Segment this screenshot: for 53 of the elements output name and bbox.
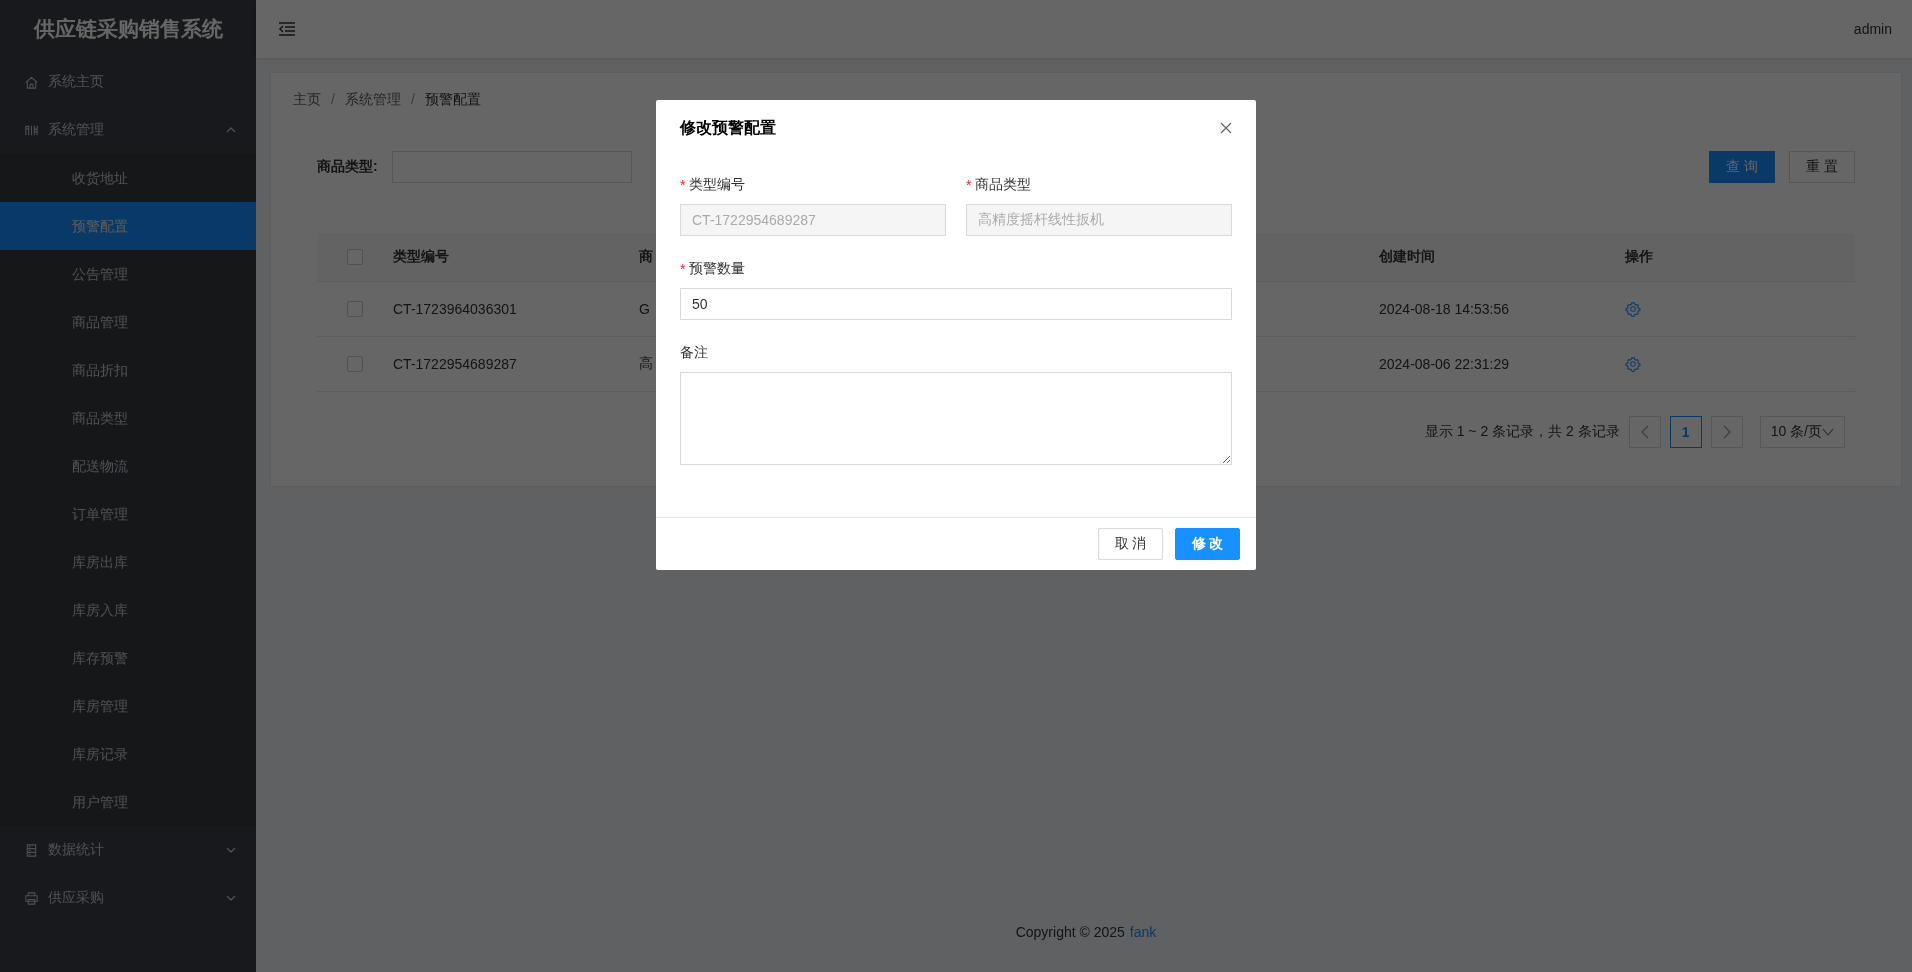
settings-icon[interactable] (1625, 301, 1641, 317)
settings-icon[interactable] (1625, 356, 1641, 372)
filter-label: 商品类型: (317, 158, 378, 176)
copyright-text: Copyright © 2025 (1015, 924, 1125, 940)
breadcrumb-item[interactable]: 系统管理 (344, 91, 401, 109)
required-mark: * (680, 261, 686, 277)
dialog-button[interactable]: 取 消 (1098, 528, 1163, 560)
next-page-button[interactable] (1710, 416, 1743, 448)
breadcrumb-separator: / (410, 91, 415, 109)
table-cell: G (639, 301, 650, 317)
chevron-down-icon (226, 847, 236, 853)
text-field[interactable]: 50 (680, 288, 1232, 320)
app-title: 供应链采购销售系统 (32, 16, 224, 42)
close-icon[interactable] (1220, 122, 1232, 134)
document-icon (24, 842, 39, 858)
pagination-summary: 显示 1 ~ 2 条记录，共 2 条记录 (1424, 423, 1620, 441)
user-name[interactable]: admin (1853, 21, 1892, 37)
filter-button[interactable]: 重 置 (1789, 151, 1855, 183)
dialog-button[interactable]: 修 改 (1175, 528, 1240, 560)
field-label: 预警数量 (689, 260, 746, 278)
remark-field[interactable] (680, 372, 1232, 465)
table-cell: 高 (639, 355, 653, 371)
field-label: 类型编号 (689, 176, 746, 194)
table-cell: 2024-08-06 22:31:29 (1379, 356, 1509, 372)
menu-fold-icon[interactable] (278, 21, 296, 37)
breadcrumb-item[interactable]: 主页 (293, 91, 321, 109)
column-header: 商 (639, 248, 653, 264)
field-label: 备注 (680, 344, 708, 362)
dialog-title: 修改预警配置 (680, 117, 776, 138)
column-header: 操作 (1625, 248, 1653, 266)
breadcrumb-separator: / (331, 91, 335, 109)
table-cell: CT-1722954689287 (393, 356, 517, 372)
filter-button[interactable]: 查 询 (1709, 151, 1775, 183)
page-button[interactable]: 1 (1669, 416, 1702, 448)
printer-icon (24, 890, 39, 906)
chevron-left-icon (1640, 425, 1649, 439)
caret-icon (1822, 428, 1834, 436)
chevron-down-icon (226, 895, 236, 901)
table-cell: 2024-08-18 14:53:56 (1379, 301, 1509, 317)
column-header: 创建时间 (1379, 248, 1435, 264)
submenu-item[interactable]: 预警配置 (0, 202, 256, 250)
chevron-right-icon (1722, 425, 1731, 439)
page-size-select[interactable]: 10 条/页 (1759, 416, 1845, 448)
required-mark: * (966, 177, 972, 193)
chevron-up-icon (226, 127, 236, 133)
column-header: 类型编号 (393, 248, 449, 264)
previous-page-button[interactable] (1628, 416, 1661, 448)
field-label: 商品类型 (975, 176, 1032, 194)
breadcrumb-item: 预警配置 (424, 91, 481, 109)
home-icon (24, 74, 39, 90)
required-mark: * (680, 177, 686, 193)
author-link[interactable]: fank (1129, 924, 1157, 940)
table-cell: CT-1723964036301 (393, 301, 517, 317)
